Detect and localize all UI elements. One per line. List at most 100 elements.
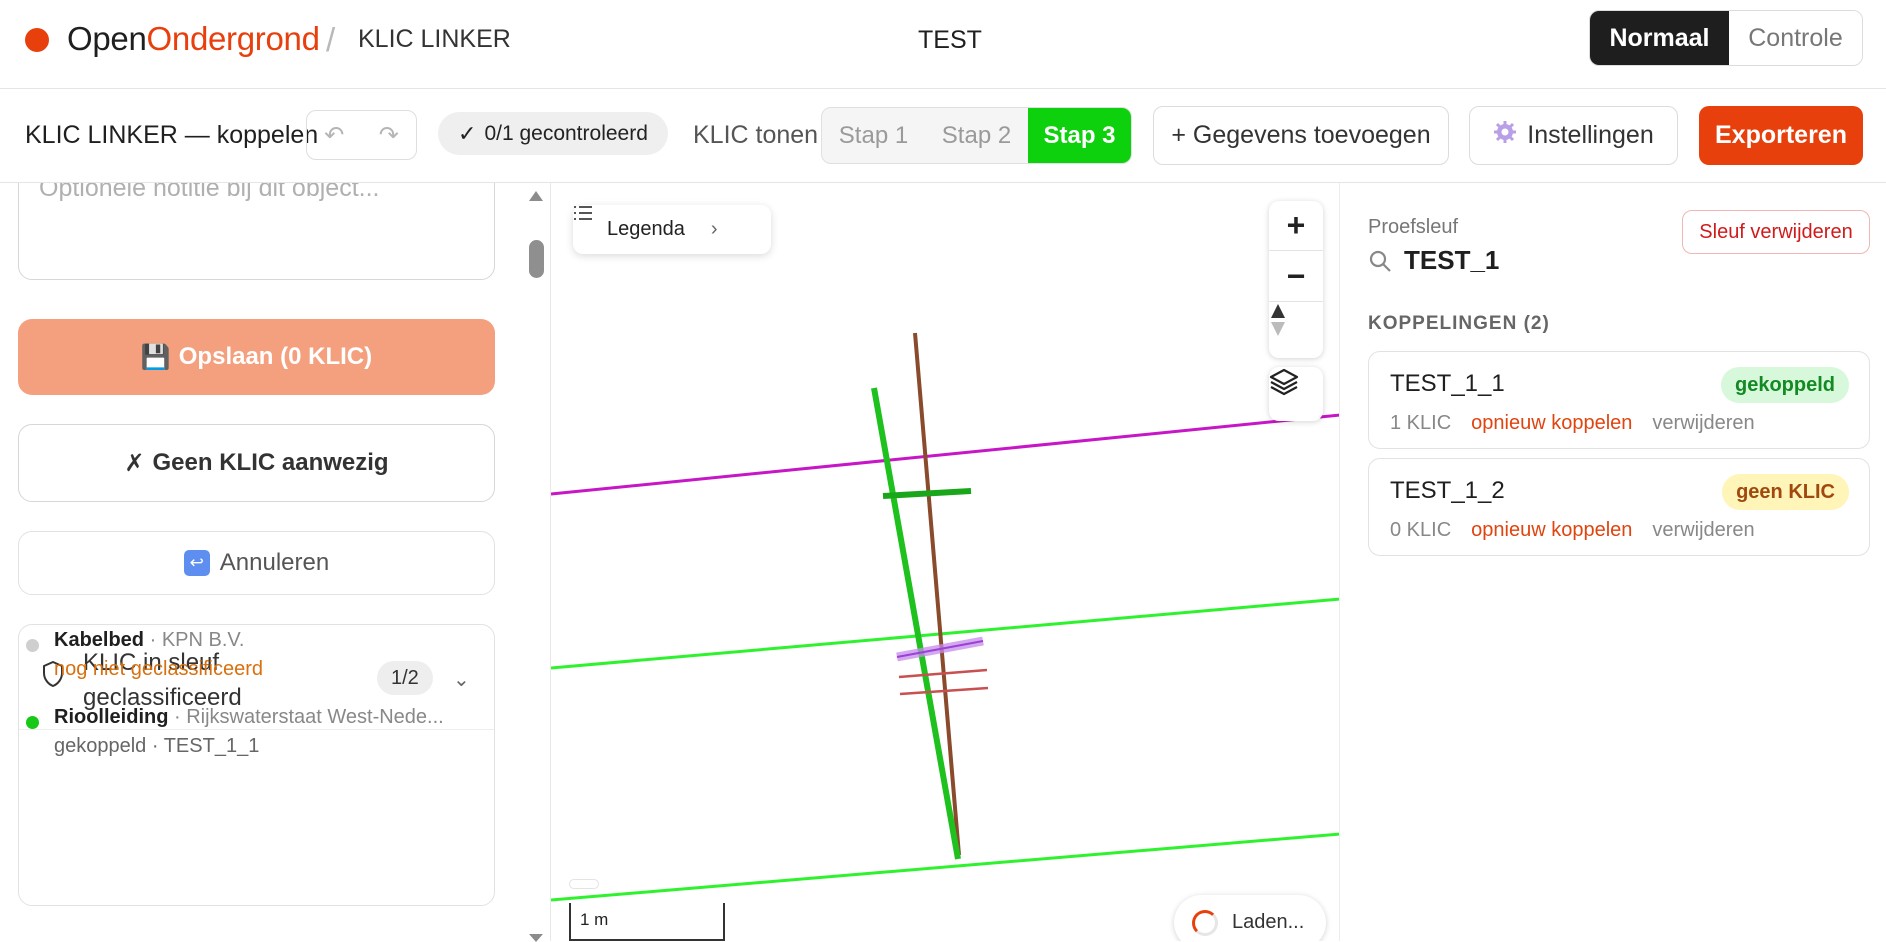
step-1-button[interactable]: Stap 1 bbox=[822, 108, 925, 163]
loading-label: Laden... bbox=[1232, 911, 1305, 933]
search-icon bbox=[1369, 250, 1391, 272]
redo-icon: ↷ bbox=[378, 121, 399, 149]
cancel-button[interactable]: ↩ Annuleren bbox=[18, 531, 495, 595]
link-klic-count: 0 KLIC bbox=[1390, 519, 1452, 541]
klic-item-title: Kabelbed · KPN B.V. bbox=[54, 629, 245, 651]
scroll-up-arrow[interactable] bbox=[529, 191, 543, 201]
legend-label: Legenda bbox=[607, 218, 685, 240]
loading-indicator: Laden... bbox=[1174, 895, 1326, 941]
step-2-button[interactable]: Stap 2 bbox=[925, 108, 1028, 163]
map-feature-brown-pipe bbox=[913, 332, 961, 856]
compass-button[interactable] bbox=[1269, 303, 1323, 358]
map-feature-green-cable-bottom bbox=[551, 832, 1339, 902]
chevron-right-icon: › bbox=[710, 218, 718, 240]
redo-button[interactable]: ↷ bbox=[362, 111, 417, 159]
floppy-disk-icon: 💾 bbox=[140, 343, 171, 371]
x-mark-icon: ✗ bbox=[124, 449, 145, 477]
compass-icon bbox=[1271, 304, 1285, 336]
klic-show-label: KLIC tonen bbox=[693, 121, 819, 149]
map-scale-bar: 1 m bbox=[569, 903, 725, 941]
map-feature-magenta-cable bbox=[551, 413, 1339, 496]
spinner-icon bbox=[1192, 909, 1218, 936]
relink-button[interactable]: opnieuw koppelen bbox=[1471, 519, 1632, 542]
toolbar-title: KLIC LINKER — koppelen bbox=[25, 121, 319, 149]
klic-item-status: nog niet geclassificeerd bbox=[54, 658, 264, 680]
klic-item-status-dot bbox=[26, 639, 39, 652]
link-klic-count: 1 KLIC bbox=[1390, 412, 1452, 434]
mode-controle-button[interactable]: Controle bbox=[1729, 11, 1862, 65]
step-selector: Stap 1 Stap 2 Stap 3 bbox=[821, 107, 1132, 164]
brand-name-part1: Open bbox=[67, 20, 147, 57]
undo-icon: ↶ bbox=[324, 121, 345, 149]
brand-name[interactable]: OpenOndergrond bbox=[67, 20, 320, 58]
link-name: TEST_1_2 bbox=[1390, 477, 1505, 504]
gear-icon bbox=[1493, 120, 1517, 151]
klic-item-status-dot bbox=[26, 716, 39, 729]
status-badge: geen KLIC bbox=[1722, 474, 1849, 510]
trench-name-label: TEST_1 bbox=[1404, 245, 1500, 275]
left-panel: Optionele notitie bij dit object... 💾 Op… bbox=[0, 183, 550, 941]
remove-link-button[interactable]: verwijderen bbox=[1652, 412, 1754, 435]
layers-button[interactable] bbox=[1269, 367, 1323, 421]
no-klic-button[interactable]: ✗ Geen KLIC aanwezig bbox=[18, 424, 495, 502]
settings-button[interactable]: Instellingen bbox=[1469, 106, 1678, 165]
left-panel-scrollbar[interactable] bbox=[529, 240, 544, 278]
export-button[interactable]: Exporteren bbox=[1699, 106, 1863, 165]
scale-label: 1 m bbox=[580, 910, 609, 929]
check-icon: ✓ bbox=[458, 120, 477, 146]
toolbar: KLIC LINKER — koppelen ↶ ↷ ✓ 0/1 gecontr… bbox=[0, 89, 1886, 183]
klic-item-name: Kabelbed bbox=[54, 629, 145, 651]
map-feature-green-crossbar bbox=[882, 488, 972, 499]
link-name: TEST_1_1 bbox=[1390, 370, 1505, 397]
return-arrow-icon: ↩ bbox=[183, 550, 210, 576]
map-view[interactable]: Legenda › + − 1 m Laden... bbox=[550, 183, 1339, 941]
breadcrumb-app-name[interactable]: KLIC LINKER bbox=[358, 25, 511, 54]
klic-item-owner: KPN B.V. bbox=[161, 629, 245, 651]
breadcrumb-separator: / bbox=[326, 21, 336, 58]
status-badge: gekoppeld bbox=[1720, 367, 1849, 403]
layers-icon bbox=[1269, 368, 1299, 396]
legend-button[interactable]: Legenda › bbox=[573, 205, 771, 254]
top-header: OpenOndergrond / KLIC LINKER TEST Normaa… bbox=[0, 0, 1886, 89]
cancel-label: Annuleren bbox=[219, 549, 330, 576]
trench-name: TEST_1 bbox=[1368, 245, 1499, 276]
relink-button[interactable]: opnieuw koppelen bbox=[1471, 412, 1632, 435]
right-panel: Proefsleuf TEST_1 Sleuf verwijderen KOPP… bbox=[1339, 183, 1886, 941]
save-button[interactable]: 💾 Opslaan (0 KLIC) bbox=[18, 319, 495, 395]
klic-section-count: 1/2 bbox=[377, 661, 433, 695]
delete-trench-button[interactable]: Sleuf verwijderen bbox=[1682, 210, 1870, 254]
map-canvas[interactable] bbox=[551, 183, 1339, 941]
link-card[interactable]: TEST_1_2 geen KLIC 0 KLIC opnieuw koppel… bbox=[1368, 458, 1870, 556]
klic-item-owner: Rijkswaterstaat West-Nede... bbox=[186, 706, 444, 728]
note-placeholder: Optionele notitie bij dit object... bbox=[39, 183, 380, 202]
klic-item-status: gekoppeld · TEST_1_1 bbox=[54, 735, 260, 757]
links-section-title: KOPPELINGEN (2) bbox=[1368, 313, 1550, 334]
zoom-controls: + − bbox=[1269, 201, 1323, 358]
save-label: Opslaan (0 KLIC) bbox=[178, 343, 373, 370]
link-meta: 0 KLIC opnieuw koppelen verwijderen bbox=[1390, 519, 1755, 542]
project-title: TEST bbox=[918, 26, 982, 54]
note-textarea[interactable]: Optionele notitie bij dit object... bbox=[18, 183, 495, 280]
undo-button[interactable]: ↶ bbox=[307, 111, 362, 159]
remove-link-button[interactable]: verwijderen bbox=[1652, 519, 1754, 542]
settings-label: Instellingen bbox=[1527, 121, 1654, 149]
trench-label: Proefsleuf bbox=[1368, 216, 1459, 238]
step-3-button[interactable]: Stap 3 bbox=[1028, 108, 1131, 163]
klic-item-title: Rioolleiding · Rijkswaterstaat West-Nede… bbox=[54, 706, 444, 728]
link-meta: 1 KLIC opnieuw koppelen verwijderen bbox=[1390, 412, 1755, 435]
chevron-down-icon[interactable]: ⌄ bbox=[453, 667, 470, 692]
mode-normaal-button[interactable]: Normaal bbox=[1590, 11, 1729, 65]
klic-item-name: Rioolleiding bbox=[54, 706, 169, 728]
checked-status-pill[interactable]: ✓ 0/1 gecontroleerd bbox=[438, 112, 668, 155]
no-klic-label: Geen KLIC aanwezig bbox=[152, 449, 389, 476]
checked-status-label: 0/1 gecontroleerd bbox=[484, 121, 648, 145]
brand-logo-dot bbox=[25, 28, 49, 52]
zoom-in-button[interactable]: + bbox=[1269, 201, 1323, 251]
map-attribution-toggle[interactable] bbox=[569, 879, 599, 889]
add-data-button[interactable]: + Gegevens toevoegen bbox=[1153, 106, 1449, 165]
zoom-out-button[interactable]: − bbox=[1269, 252, 1323, 302]
map-feature-green-cable-top bbox=[551, 597, 1339, 670]
link-card[interactable]: TEST_1_1 gekoppeld 1 KLIC opnieuw koppel… bbox=[1368, 351, 1870, 449]
brand-name-part2: Ondergrond bbox=[146, 20, 320, 57]
undo-redo-group: ↶ ↷ bbox=[306, 110, 417, 160]
